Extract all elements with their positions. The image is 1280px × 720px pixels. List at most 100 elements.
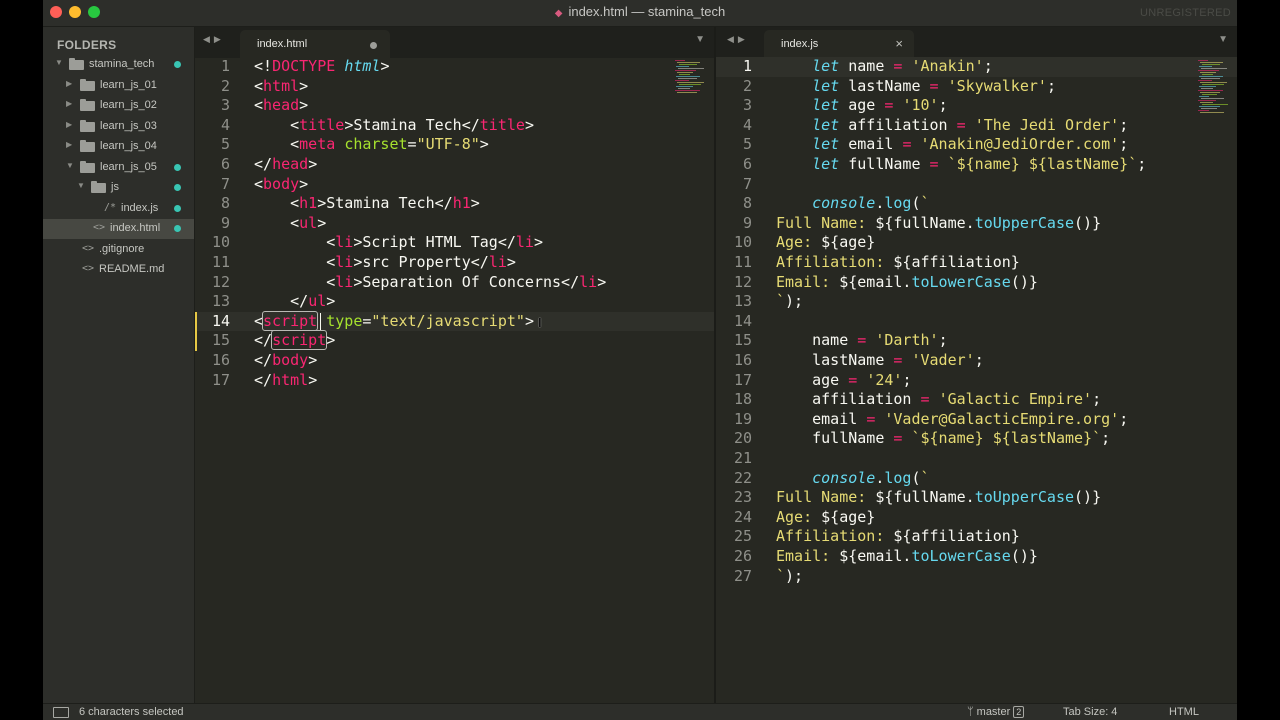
collapsed-arrow-icon[interactable]: ▶ (66, 140, 76, 149)
code-line[interactable]: age = '24'; (776, 371, 911, 391)
minimap-line (1198, 90, 1223, 91)
minimap-line (679, 64, 697, 65)
tab-nav-arrows-icon[interactable]: ◀▶ (203, 34, 225, 45)
code-line[interactable]: let fullName = `${name} ${lastName}`; (776, 155, 1146, 175)
code-line[interactable]: <meta charset="UTF-8"> (254, 135, 489, 155)
minimap-line (675, 80, 689, 81)
code-line[interactable]: `); (776, 567, 803, 587)
toggle-panel-icon[interactable] (53, 707, 69, 718)
code-line[interactable]: fullName = `${name} ${lastName}`; (776, 429, 1110, 449)
code-line[interactable]: <ul> (254, 214, 326, 234)
expanded-arrow-icon[interactable]: ▼ (77, 181, 87, 190)
editor-pane-left[interactable]: ◀▶ index.html ▼ 1 <!DOCTYPE html> 2 <html> 3… (195, 27, 714, 703)
expanded-arrow-icon[interactable]: ▼ (66, 161, 76, 170)
code-line[interactable]: <head> (254, 96, 308, 116)
code-line[interactable]: Affiliation: ${affiliation} (776, 527, 1020, 547)
code-line[interactable]: let email = 'Anakin@JediOrder.com'; (776, 135, 1128, 155)
sidebar-item[interactable]: ▶ learn_js_04 (43, 137, 194, 157)
code-line[interactable]: <title>Stamina Tech</title> (254, 116, 534, 136)
code-line[interactable]: <body> (254, 175, 308, 195)
expanded-arrow-icon[interactable]: ▼ (55, 58, 65, 67)
minimap-right[interactable] (1198, 60, 1228, 113)
sidebar-item[interactable]: ▼ stamina_tech (43, 55, 194, 75)
minimap-line (678, 78, 697, 79)
syntax-selector[interactable]: HTML (1169, 706, 1199, 718)
code-line[interactable]: </head> (254, 155, 317, 175)
code-line[interactable]: console.log(` (776, 469, 929, 489)
code-line[interactable]: <html> (254, 77, 308, 97)
folder-icon (69, 58, 84, 70)
code-line[interactable]: <script type="text/javascript"> (254, 310, 534, 332)
line-number: 14 (211, 311, 230, 330)
sidebar-item[interactable]: ▼ js (43, 178, 194, 198)
code-line[interactable]: <!DOCTYPE html> (254, 57, 389, 77)
code-line[interactable]: Email: ${email.toLowerCase()} (776, 273, 1038, 293)
editor-pane-right[interactable]: ◀▶ index.js × ▼ 1 let name = 'Anakin'; 2 … (716, 27, 1237, 703)
collapsed-arrow-icon[interactable]: ▶ (66, 99, 76, 108)
tab-menu-chevron-icon[interactable]: ▼ (1218, 34, 1228, 45)
collapsed-arrow-icon[interactable]: ▶ (66, 120, 76, 129)
unregistered-label: UNREGISTERED (1140, 7, 1231, 19)
code-line[interactable]: <h1>Stamina Tech</h1> (254, 194, 480, 214)
sidebar-item[interactable]: ▶ learn_js_02 (43, 96, 194, 116)
code-line[interactable]: affiliation = 'Galactic Empire'; (776, 390, 1101, 410)
git-branch-status[interactable]: ᛘ master 2 (967, 706, 1025, 718)
tab-index-js[interactable]: index.js × (764, 30, 914, 58)
mouse-ibeam-icon: I (538, 314, 542, 330)
code-line[interactable]: Affiliation: ${affiliation} (776, 253, 1020, 273)
sidebar-item[interactable]: <> index.html (43, 219, 194, 239)
code-line[interactable]: Email: ${email.toLowerCase()} (776, 547, 1038, 567)
line-number: 8 (220, 194, 230, 213)
minimap-line (1202, 74, 1213, 75)
sublime-text-window: ◆ index.html — stamina_tech UNREGISTERED … (43, 0, 1237, 720)
code-line[interactable]: name = 'Darth'; (776, 331, 947, 351)
sidebar-item-label: index.html (110, 222, 161, 234)
code-line[interactable]: </ul> (254, 292, 335, 312)
tab-size-selector[interactable]: Tab Size: 4 (1063, 706, 1117, 718)
tab-nav-arrows-icon[interactable]: ◀▶ (727, 34, 749, 45)
code-line[interactable]: </html> (254, 371, 317, 391)
modified-dot-icon (174, 61, 181, 68)
code-line[interactable]: Full Name: ${fullName.toUpperCase()} (776, 214, 1101, 234)
code-line[interactable]: Full Name: ${fullName.toUpperCase()} (776, 488, 1101, 508)
code-line[interactable]: let name = 'Anakin'; (776, 57, 993, 77)
status-bar: 6 characters selected ᛘ master 2 Tab Size… (43, 703, 1237, 720)
code-line[interactable]: <li>Separation Of Concerns</li> (254, 273, 606, 293)
collapsed-arrow-icon[interactable]: ▶ (66, 79, 76, 88)
line-number: 15 (733, 331, 752, 350)
code-line[interactable]: let lastName = 'Skywalker'; (776, 77, 1056, 97)
code-line[interactable]: console.log(` (776, 194, 929, 214)
tab-index-html[interactable]: index.html (240, 30, 390, 58)
code-line[interactable]: let affiliation = 'The Jedi Order'; (776, 116, 1128, 136)
code-line[interactable]: email = 'Vader@GalacticEmpire.org'; (776, 410, 1128, 430)
branch-changes-badge: 2 (1013, 706, 1025, 718)
project-icon: ◆ (554, 8, 563, 19)
minimap-left[interactable] (675, 60, 705, 102)
tab-menu-chevron-icon[interactable]: ▼ (695, 34, 705, 45)
title-bar: ◆ index.html — stamina_tech UNREGISTERED (43, 0, 1237, 27)
minimap-line (678, 68, 704, 69)
sidebar-item[interactable]: /* index.js (43, 199, 194, 219)
code-line[interactable]: lastName = 'Vader'; (776, 351, 984, 371)
minimap-line (677, 72, 693, 73)
sidebar-item[interactable]: ▼ learn_js_05 (43, 158, 194, 178)
sidebar-item[interactable]: ▶ learn_js_01 (43, 76, 194, 96)
code-line[interactable]: Age: ${age} (776, 233, 875, 253)
line-number: 21 (733, 449, 752, 467)
sidebar-item[interactable]: <> README.md (43, 260, 194, 280)
code-line[interactable]: </script> (254, 330, 335, 351)
code-line[interactable]: <li>src Property</li> (254, 253, 516, 273)
code-line[interactable]: Age: ${age} (776, 508, 875, 528)
minimap-line (1202, 84, 1224, 85)
close-tab-icon[interactable]: × (895, 36, 903, 51)
code-line[interactable]: </body> (254, 351, 317, 371)
sidebar-item[interactable]: ▶ learn_js_03 (43, 117, 194, 137)
code-line[interactable]: `); (776, 292, 803, 312)
code-line[interactable]: let age = '10'; (776, 96, 947, 116)
sidebar-item[interactable]: <> .gitignore (43, 240, 194, 260)
minimap-line (1200, 62, 1223, 63)
code-line[interactable]: <li>Script HTML Tag</li> (254, 233, 543, 253)
unsaved-dot-icon[interactable] (370, 42, 377, 49)
line-number: 26 (733, 547, 752, 565)
branch-icon: ᛘ (967, 706, 977, 718)
